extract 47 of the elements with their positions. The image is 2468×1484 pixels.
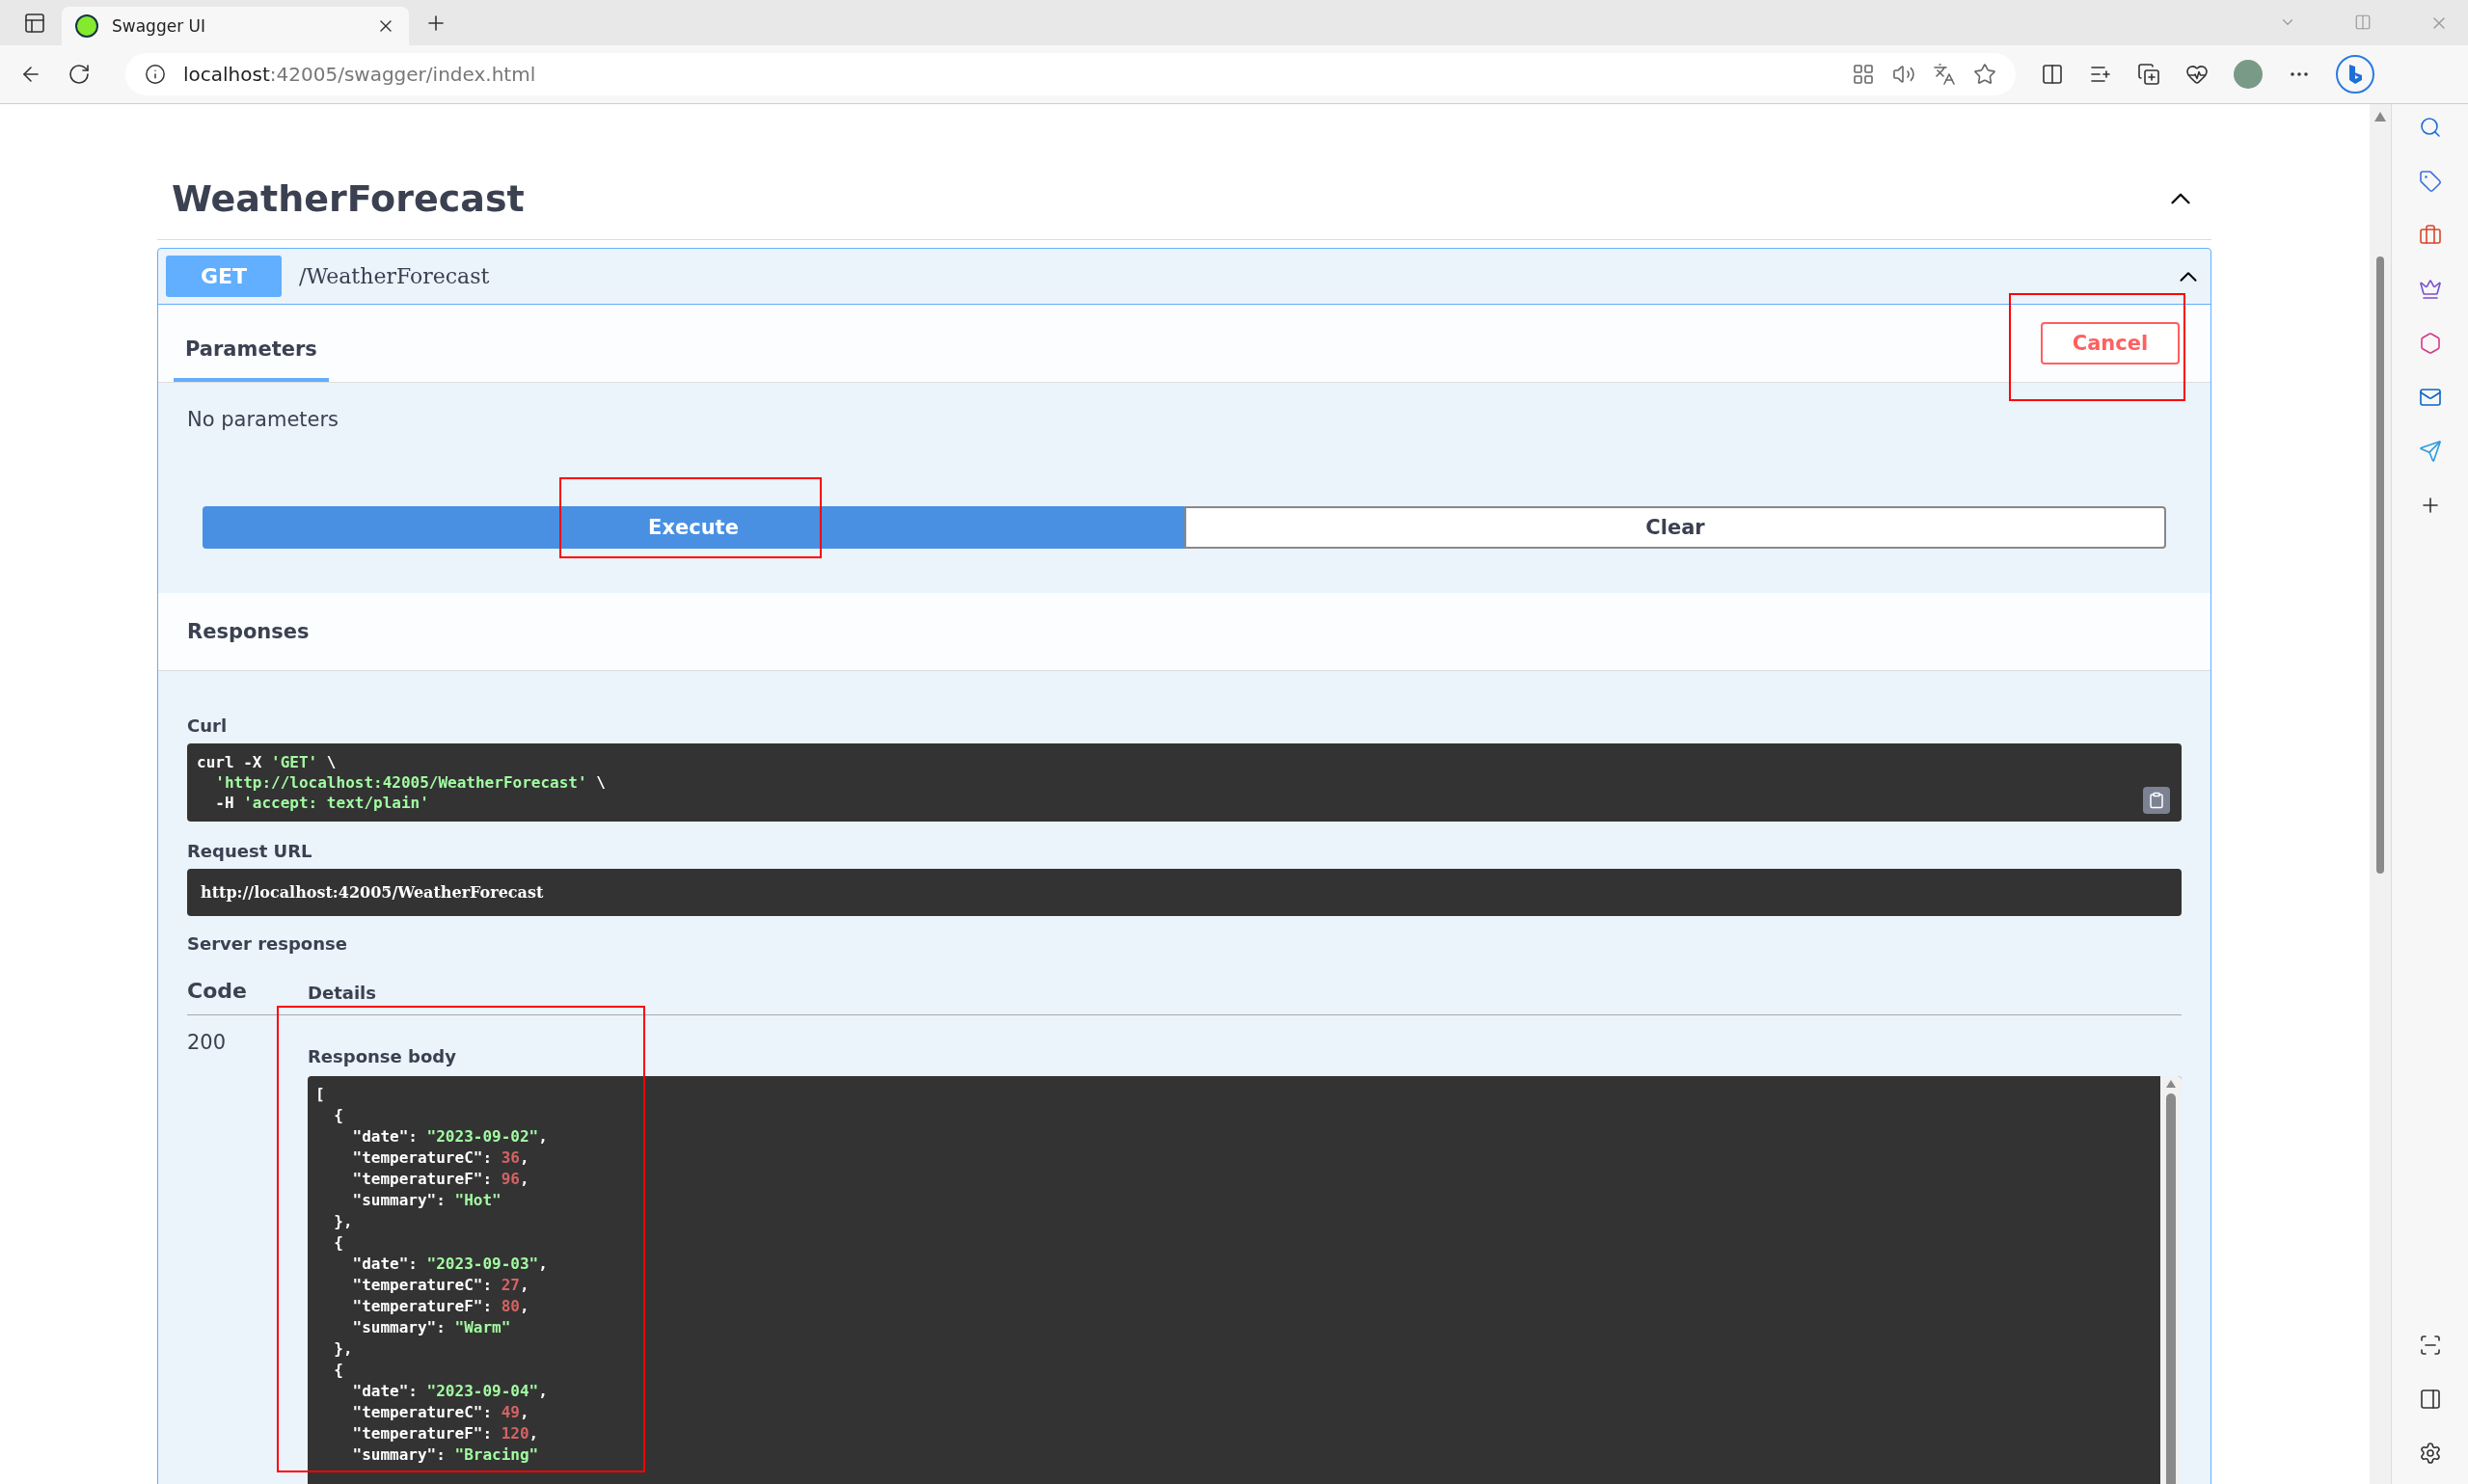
screenshot-icon[interactable]: [2418, 1334, 2442, 1357]
request-url: http://localhost:42005/WeatherForecast: [187, 869, 2182, 916]
section-title: WeatherForecast: [172, 177, 525, 220]
method-badge: GET: [166, 256, 282, 297]
copy-icon[interactable]: [2143, 787, 2170, 814]
settings-icon[interactable]: [2418, 1442, 2442, 1465]
search-icon[interactable]: [2418, 116, 2442, 139]
scrollbar-thumb[interactable]: [2376, 256, 2384, 874]
scroll-up-arrow-icon[interactable]: [2374, 112, 2386, 121]
favicon-icon: [75, 14, 98, 38]
browser-tab[interactable]: Swagger UI: [62, 7, 409, 45]
tab-actions-icon[interactable]: [23, 11, 46, 35]
star-icon[interactable]: [1973, 63, 1996, 86]
collections-icon[interactable]: [2137, 63, 2160, 86]
reload-icon[interactable]: [68, 63, 91, 86]
response-body-code: [ { "date": "2023-09-02", "temperatureC": 36, "temperatureF": 96, "summary": "Hot" }, { "date": "2023-09-03", "temperatureC": 27, "temperatureF": 80, "summary": "Warm" }, { "date": "2023-09-04", "temperatureC": 49, "temperatureF": 120, "summary": "Bracing": [314, 1084, 549, 1466]
send-icon[interactable]: [2418, 440, 2442, 463]
page-scrollbar[interactable]: [2370, 104, 2391, 1484]
scrollbar[interactable]: [2160, 1076, 2182, 1484]
tab-title: Swagger UI: [112, 16, 206, 36]
parameters-tab[interactable]: Parameters: [174, 316, 329, 382]
scrollbar-thumb[interactable]: [2166, 1093, 2176, 1484]
info-icon[interactable]: [145, 64, 166, 85]
endpoint-path[interactable]: /WeatherForecast: [299, 264, 2156, 288]
no-parameters-text: No parameters: [186, 407, 340, 433]
briefcase-icon[interactable]: [2418, 224, 2442, 247]
apps-icon[interactable]: [1852, 63, 1875, 86]
request-url-label: Request URL: [187, 841, 313, 861]
column-header: Details: [308, 983, 376, 1003]
status-code: 200: [187, 1031, 228, 1056]
health-icon[interactable]: [2185, 63, 2209, 86]
curl-code: curl -X 'GET' \ 'http://localhost:42005/WeatherForecast' \ -H 'accept: text/plain': [187, 743, 2182, 822]
column-header: Code: [187, 979, 248, 1003]
split-screen-icon[interactable]: [2041, 63, 2064, 86]
curl-label: Curl: [187, 715, 229, 736]
responses-heading: Responses: [158, 593, 2210, 671]
clear-button[interactable]: Clear: [1184, 506, 2166, 549]
read-aloud-icon[interactable]: [1892, 63, 1915, 86]
sidebar-icon[interactable]: [2418, 1388, 2442, 1411]
server-response-label: Server response: [187, 933, 348, 954]
tag-icon[interactable]: [2418, 170, 2442, 193]
address-bar[interactable]: localhost:42005/swagger/index.html: [125, 53, 2016, 95]
url-text: localhost:42005/swagger/index.html: [183, 63, 537, 86]
translate-icon[interactable]: [1933, 63, 1956, 86]
scroll-up-arrow-icon[interactable]: [2166, 1080, 2176, 1088]
avatar[interactable]: [2234, 60, 2263, 89]
response-body-label: Response body: [308, 1046, 457, 1066]
